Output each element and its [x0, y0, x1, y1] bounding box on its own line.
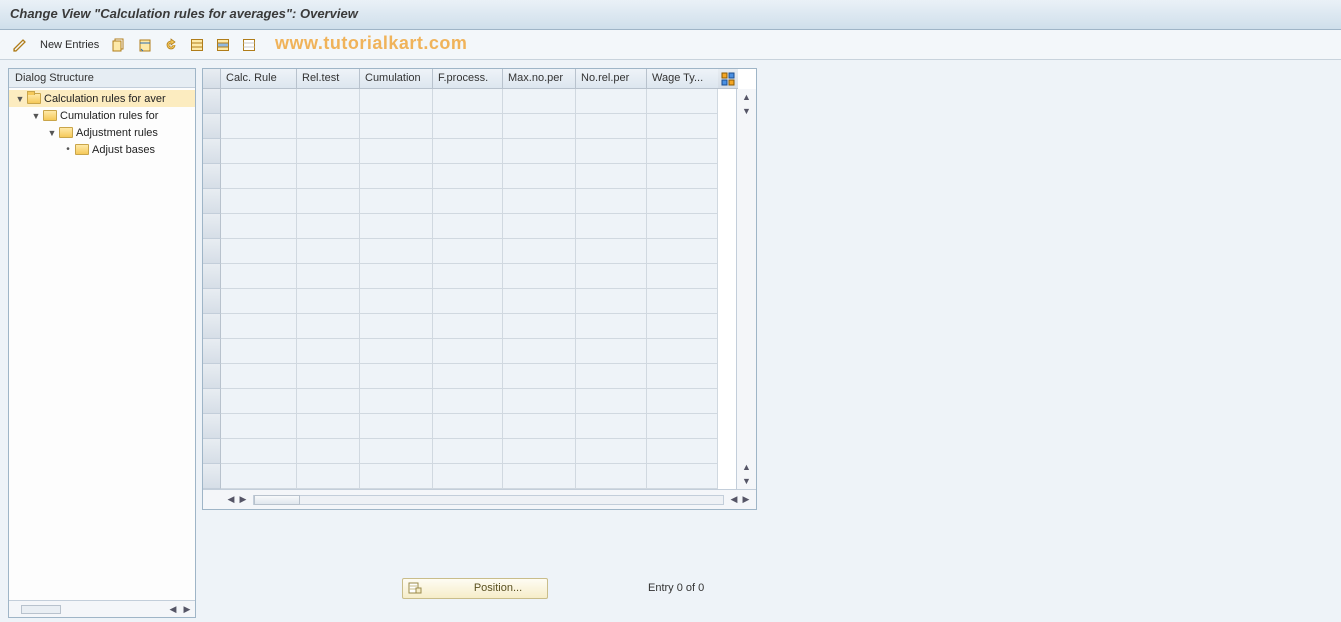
row-selector[interactable] — [203, 114, 221, 139]
select-all-icon[interactable] — [187, 35, 207, 55]
table-header-row: Calc. Rule Rel.test Cumulation F.process… — [203, 69, 756, 89]
scrollbar-thumb[interactable] — [21, 605, 61, 614]
table-row[interactable] — [221, 389, 736, 414]
column-header-calc-rule[interactable]: Calc. Rule — [221, 69, 297, 89]
main-area: Dialog Structure ▼ Calculation rules for… — [0, 60, 1341, 622]
table-row[interactable] — [221, 364, 736, 389]
row-selector[interactable] — [203, 289, 221, 314]
folder-open-icon — [27, 93, 41, 104]
column-header-wage-type[interactable]: Wage Ty... — [647, 69, 718, 89]
tree-node-adjustment-rules[interactable]: ▼ Adjustment rules — [9, 124, 195, 141]
watermark-text: www.tutorialkart.com — [275, 33, 467, 54]
folder-icon — [43, 110, 57, 121]
row-selector[interactable] — [203, 314, 221, 339]
table-footer: Position... Entry 0 of 0 — [202, 573, 1333, 603]
scroll-right-icon[interactable]: ▶ — [181, 603, 193, 615]
row-selector[interactable] — [203, 89, 221, 114]
dialog-structure-panel: Dialog Structure ▼ Calculation rules for… — [8, 68, 196, 618]
overview-table: Calc. Rule Rel.test Cumulation F.process… — [202, 68, 757, 510]
row-selector[interactable] — [203, 214, 221, 239]
scroll-left-icon[interactable]: ◀ — [728, 494, 740, 506]
scrollbar-thumb[interactable] — [254, 495, 300, 505]
expand-toggle-icon[interactable]: ▼ — [15, 94, 25, 104]
table-row[interactable] — [221, 439, 736, 464]
tree-node-calculation-rules[interactable]: ▼ Calculation rules for aver — [9, 90, 195, 107]
scrollbar-track[interactable] — [253, 495, 724, 505]
table-vertical-scrollbar[interactable]: ▲ ▼ ▲ ▼ — [736, 89, 756, 489]
select-all-rows-handle[interactable] — [203, 69, 221, 89]
row-selector[interactable] — [203, 364, 221, 389]
table-row[interactable] — [221, 139, 736, 164]
table-row[interactable] — [221, 89, 736, 114]
table-row[interactable] — [221, 264, 736, 289]
table-row[interactable] — [221, 189, 736, 214]
position-button[interactable]: Position... — [402, 578, 548, 599]
row-selector[interactable] — [203, 439, 221, 464]
row-selector[interactable] — [203, 389, 221, 414]
scroll-up-icon[interactable]: ▲ — [741, 91, 753, 103]
content-pane: Calc. Rule Rel.test Cumulation F.process… — [202, 68, 1333, 618]
position-button-label: Position... — [453, 582, 543, 594]
table-row[interactable] — [221, 464, 736, 489]
row-selector[interactable] — [203, 264, 221, 289]
column-header-no-rel-per[interactable]: No.rel.per — [576, 69, 647, 89]
copy-as-icon[interactable] — [109, 35, 129, 55]
scroll-down-icon[interactable]: ▼ — [741, 105, 753, 117]
scroll-right-icon[interactable]: ▶ — [740, 494, 752, 506]
table-row[interactable] — [221, 314, 736, 339]
scroll-right-icon[interactable]: ▶ — [237, 494, 249, 506]
dialog-structure-tree: ▼ Calculation rules for aver ▼ Cumulatio… — [9, 88, 195, 600]
sidebar-horizontal-scrollbar[interactable]: ◀ ▶ — [9, 600, 195, 617]
tree-node-label: Adjust bases — [92, 144, 155, 156]
table-body: ▲ ▼ ▲ ▼ — [203, 89, 756, 489]
row-selector[interactable] — [203, 339, 221, 364]
row-selector[interactable] — [203, 414, 221, 439]
row-selector[interactable] — [203, 239, 221, 264]
table-row[interactable] — [221, 114, 736, 139]
table-row[interactable] — [221, 289, 736, 314]
expand-toggle-icon[interactable]: ▼ — [31, 111, 41, 121]
window-title: Change View "Calculation rules for avera… — [0, 0, 1341, 30]
new-entries-button[interactable]: New Entries — [36, 37, 103, 53]
row-selector[interactable] — [203, 164, 221, 189]
scroll-down-icon[interactable]: ▼ — [741, 475, 753, 487]
undo-change-icon[interactable] — [161, 35, 181, 55]
table-horizontal-scrollbar[interactable]: ◀ ▶ ◀ ▶ — [203, 489, 756, 509]
toggle-change-icon[interactable] — [10, 35, 30, 55]
table-row[interactable] — [221, 414, 736, 439]
row-selector-column — [203, 89, 221, 489]
table-row[interactable] — [221, 239, 736, 264]
tree-node-label: Cumulation rules for — [60, 110, 158, 122]
row-selector[interactable] — [203, 464, 221, 489]
column-header-rel-test[interactable]: Rel.test — [297, 69, 360, 89]
delete-icon[interactable] — [135, 35, 155, 55]
tree-node-label: Adjustment rules — [76, 127, 158, 139]
app-toolbar: New Entries www.tutorialkart.com — [0, 30, 1341, 60]
table-row[interactable] — [221, 339, 736, 364]
row-selector[interactable] — [203, 139, 221, 164]
leaf-bullet-icon: • — [63, 144, 73, 155]
table-grid — [221, 89, 736, 489]
tree-node-cumulation-rules[interactable]: ▼ Cumulation rules for — [9, 107, 195, 124]
select-block-icon[interactable] — [213, 35, 233, 55]
column-header-cumulation[interactable]: Cumulation — [360, 69, 433, 89]
scroll-up-icon[interactable]: ▲ — [741, 461, 753, 473]
tree-node-adjust-bases[interactable]: • Adjust bases — [9, 141, 195, 158]
folder-icon — [59, 127, 73, 138]
position-icon — [407, 580, 423, 596]
dialog-structure-header: Dialog Structure — [9, 69, 195, 88]
table-row[interactable] — [221, 214, 736, 239]
table-settings-icon[interactable] — [718, 69, 738, 89]
expand-toggle-icon[interactable]: ▼ — [47, 128, 57, 138]
row-selector[interactable] — [203, 189, 221, 214]
scroll-left-icon[interactable]: ◀ — [167, 603, 179, 615]
entry-count-text: Entry 0 of 0 — [648, 582, 704, 594]
deselect-all-icon[interactable] — [239, 35, 259, 55]
column-header-f-process[interactable]: F.process. — [433, 69, 503, 89]
scroll-left-icon[interactable]: ◀ — [225, 494, 237, 506]
folder-icon — [75, 144, 89, 155]
tree-node-label: Calculation rules for aver — [44, 93, 166, 105]
table-row[interactable] — [221, 164, 736, 189]
column-header-max-no-per[interactable]: Max.no.per — [503, 69, 576, 89]
